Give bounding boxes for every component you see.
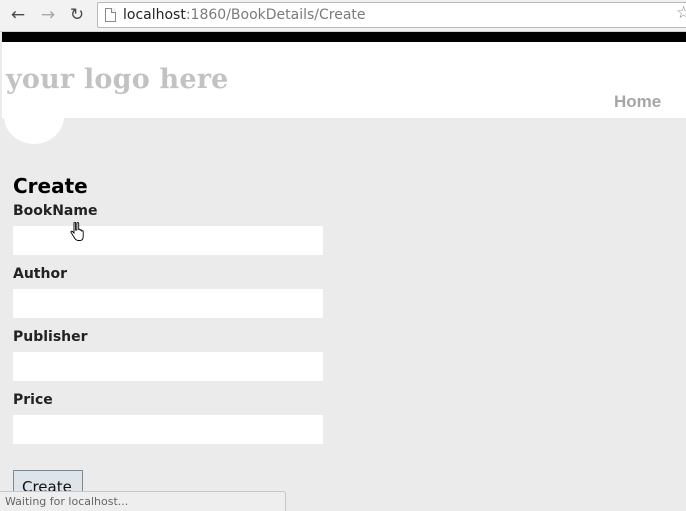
browser-status-bar: Waiting for localhost... [0, 491, 286, 511]
publisher-input[interactable] [13, 352, 323, 381]
bookname-label: BookName [13, 203, 98, 219]
address-bar[interactable]: localhost:1860/BookDetails/Create [97, 2, 686, 28]
site-header: your logo here Home [2, 42, 686, 118]
author-input[interactable] [13, 289, 323, 318]
bookname-input[interactable] [13, 226, 323, 255]
browser-toolbar: ← → ↻ localhost:1860/BookDetails/Create … [0, 0, 686, 32]
page-title: Create [13, 174, 88, 198]
publisher-label: Publisher [13, 329, 88, 345]
status-text: Waiting for localhost... [5, 495, 129, 508]
bookmark-star-icon[interactable]: ☆ [676, 3, 686, 23]
price-label: Price [13, 392, 53, 408]
header-top-bar [2, 32, 686, 42]
hand-cursor-icon [70, 222, 84, 241]
url-path: :1860/BookDetails/Create [185, 7, 366, 23]
page-icon [105, 8, 116, 22]
back-arrow-icon[interactable]: ← [7, 5, 29, 25]
author-label: Author [13, 266, 67, 282]
price-input[interactable] [13, 415, 323, 444]
reload-icon[interactable]: ↻ [66, 5, 88, 25]
nav-link-home[interactable]: Home [614, 92, 661, 112]
logo-decoration [4, 88, 64, 144]
forward-arrow-icon[interactable]: → [37, 5, 59, 25]
web-page: your logo here Home Create BookName Auth… [2, 32, 686, 511]
url-host: localhost [123, 7, 186, 23]
address-bar-url[interactable]: localhost:1860/BookDetails/Create [123, 7, 366, 23]
